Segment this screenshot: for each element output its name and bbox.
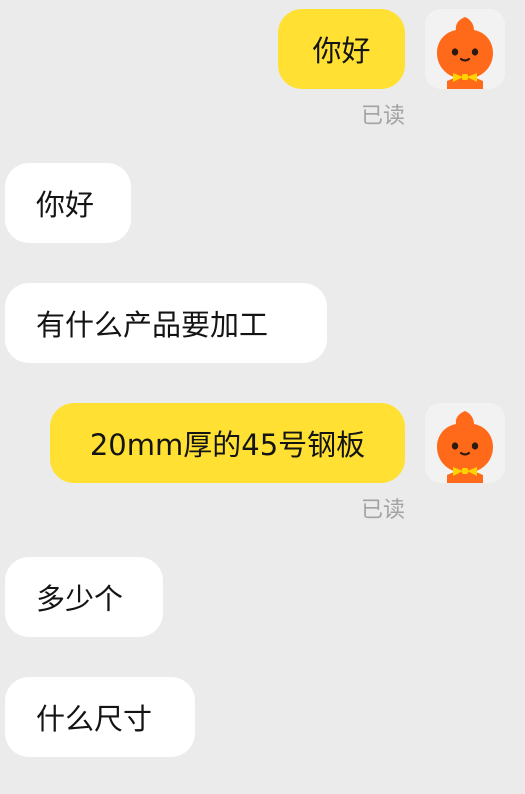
message-text: 你好 — [312, 34, 371, 68]
incoming-message-bubble[interactable]: 多少个 — [5, 557, 163, 637]
incoming-message-bubble[interactable]: 什么尺寸 — [5, 677, 195, 757]
message-text: 20mm厚的45号钢板 — [89, 428, 366, 462]
orange-mascot-avatar-icon — [425, 403, 505, 483]
user-avatar[interactable] — [425, 403, 505, 483]
incoming-message-bubble[interactable]: 你好 — [5, 163, 131, 243]
message-text: 什么尺寸 — [36, 702, 153, 736]
user-avatar[interactable] — [425, 9, 505, 89]
message-text: 有什么产品要加工 — [36, 308, 269, 342]
message-text: 你好 — [36, 188, 95, 222]
message-text: 多少个 — [36, 582, 124, 616]
read-receipt: 已读 — [360, 498, 405, 523]
read-receipt: 已读 — [360, 104, 405, 129]
outgoing-message-bubble[interactable]: 你好 — [278, 9, 405, 89]
outgoing-message-bubble[interactable]: 20mm厚的45号钢板 — [50, 403, 405, 483]
orange-mascot-avatar-icon — [425, 9, 505, 89]
incoming-message-bubble[interactable]: 有什么产品要加工 — [5, 283, 327, 363]
